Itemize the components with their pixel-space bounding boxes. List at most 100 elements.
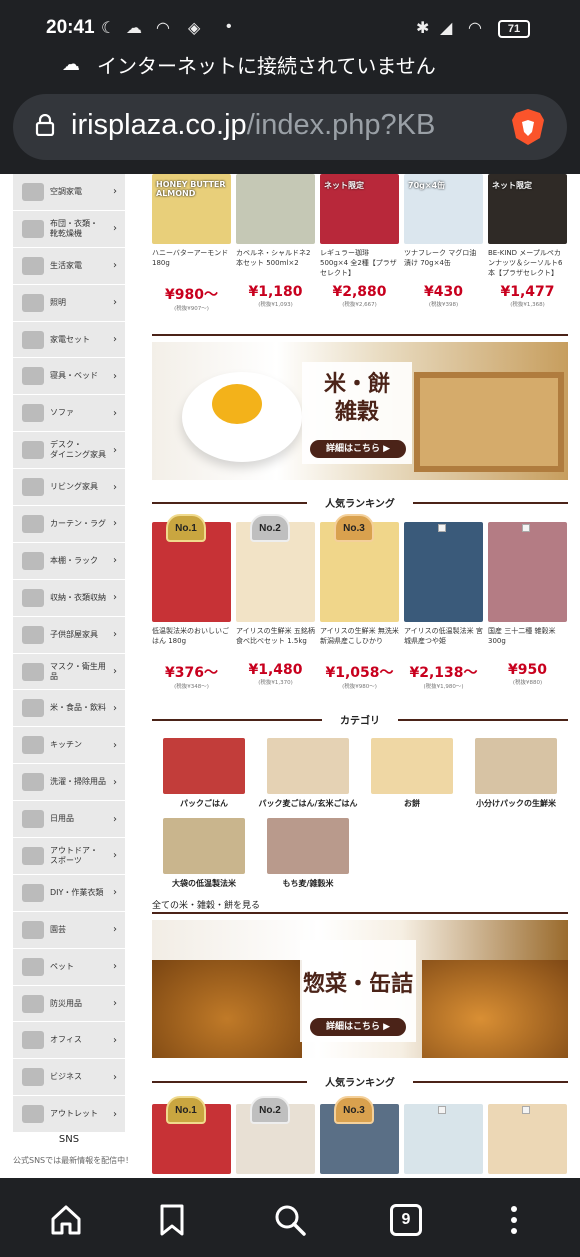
product-image[interactable] [236, 174, 315, 244]
address-bar[interactable]: irisplaza.co.jp/index.php?KB [13, 94, 567, 160]
category-name[interactable]: お餅 [360, 798, 464, 809]
category-name[interactable]: もち麦/雑穀米 [256, 878, 360, 889]
ranking-card[interactable]: 国産 三十二種 雑穀米300g ¥950 (税抜¥880) [488, 522, 567, 690]
sidebar-item[interactable]: 収納・衣類収納 › [13, 579, 125, 617]
sidebar-item-icon [22, 367, 44, 386]
sidebar-item[interactable]: 園芸 › [13, 911, 125, 949]
sidebar-item[interactable]: 米・食品・飲料 › [13, 690, 125, 728]
ranking-image[interactable]: No.2 [236, 514, 315, 622]
product-image[interactable]: 70g×4缶 [404, 174, 483, 244]
bookmark-button[interactable] [152, 1200, 192, 1240]
sidebar-item[interactable]: アウトレット › [13, 1096, 125, 1134]
ranking2-card[interactable] [488, 1104, 567, 1174]
product-name[interactable]: レギュラー珈琲 500g×4 全2種【プラザセレクト】 [320, 248, 399, 280]
ranking2-image[interactable] [488, 1104, 567, 1174]
product-name[interactable]: カベルネ・シャルドネ2本セット 500ml×2 [236, 248, 315, 280]
product-card[interactable]: カベルネ・シャルドネ2本セット 500ml×2 ¥1,180 (税抜¥1,093) [236, 174, 315, 312]
sidebar-item[interactable]: カーテン・ラグ › [13, 506, 125, 543]
category-name[interactable]: パックごはん [152, 798, 256, 809]
category-name[interactable]: 小分けパックの生鮮米 [464, 798, 568, 809]
ranking-card[interactable]: No.3 アイリスの生鮮米 無洗米 新潟県産こしひかり ¥1,058〜 (税抜¥980… [320, 514, 399, 690]
category-item[interactable]: 小分けパックの生鮮米 [464, 738, 568, 809]
category-name[interactable]: 大袋の低温製法米 [152, 878, 256, 889]
ranking2-image[interactable]: No.2 [236, 1096, 315, 1174]
product-card[interactable]: 70g×4缶 ツナフレーク マグロ油漬け 70g×4缶 ¥430 (税抜¥398) [404, 174, 483, 312]
ranking-image[interactable] [404, 522, 483, 622]
ranking-tax: (税抜¥348〜) [174, 684, 209, 690]
ranking-name[interactable]: 低温製法米のおいしいごはん 180g [152, 626, 231, 658]
category-item[interactable]: パックごはん [152, 738, 256, 809]
sidebar-item[interactable]: 日用品 › [13, 801, 125, 839]
search-button[interactable] [270, 1200, 310, 1240]
ranking-card[interactable]: アイリスの低温製法米 宮城県産つや姫 ¥2,138〜 (税抜¥1,980〜) [404, 522, 483, 690]
product-card[interactable]: HONEY BUTTER ALMOND ハニーバターアーモンド 180g ¥980〜… [152, 174, 231, 312]
ranking2-card[interactable]: No.1 [152, 1096, 231, 1174]
sozai-detail-button[interactable]: 詳細はこちら ▶ [310, 1018, 406, 1036]
ranking2-image[interactable] [404, 1104, 483, 1174]
sozai-banner[interactable]: 惣菜・缶詰 詳細はこちら ▶ [152, 920, 568, 1058]
product-card[interactable]: ネット限定 BE-KIND メープルペカンナッツ＆シーソルト6本【プラザセレクト】… [488, 174, 567, 312]
menu-button[interactable] [494, 1200, 534, 1240]
category-name[interactable]: パック麦ごはん/玄米ごはん [256, 798, 360, 809]
sidebar-item[interactable]: 照明 › [13, 284, 125, 322]
sidebar-item[interactable]: 防災用品 › [13, 985, 125, 1023]
category-item[interactable]: 大袋の低温製法米 [152, 818, 256, 889]
category-image[interactable] [371, 738, 453, 794]
rice-banner[interactable]: 米・餅 雑穀 詳細はこちら ▶ [152, 342, 568, 480]
sidebar-item[interactable]: ビジネス › [13, 1059, 125, 1097]
sidebar-item[interactable]: ソファ › [13, 395, 125, 433]
sidebar-item[interactable]: 子供部屋家具 › [13, 616, 125, 654]
product-image[interactable]: ネット限定 [488, 174, 567, 244]
ranking-name[interactable]: アイリスの低温製法米 宮城県産つや姫 [404, 626, 483, 658]
sidebar-item[interactable]: ペット › [13, 948, 125, 986]
ranking-image[interactable]: No.1 [152, 514, 231, 622]
sidebar-item[interactable]: 本棚・ラック › [13, 542, 125, 580]
product-name[interactable]: BE-KIND メープルペカンナッツ＆シーソルト6本【プラザセレクト】 [488, 248, 567, 280]
product-image[interactable]: HONEY BUTTER ALMOND [152, 174, 231, 244]
category-image[interactable] [267, 818, 349, 874]
ranking-image[interactable]: No.3 [320, 514, 399, 622]
ranking-name[interactable]: 国産 三十二種 雑穀米300g [488, 626, 567, 658]
brave-shields-icon[interactable] [511, 108, 545, 146]
home-button[interactable] [46, 1200, 86, 1240]
category-image[interactable] [163, 738, 245, 794]
product-name[interactable]: ツナフレーク マグロ油漬け 70g×4缶 [404, 248, 483, 280]
ranking-card[interactable]: No.1 低温製法米のおいしいごはん 180g ¥376〜 (税抜¥348〜) [152, 514, 231, 690]
ranking2-card[interactable]: No.3 [320, 1096, 399, 1174]
sidebar-item[interactable]: デスク・ ダイニング家具 › [13, 432, 125, 470]
sidebar-item[interactable]: 生活家電 › [13, 247, 125, 285]
ranking-name[interactable]: アイリスの生鮮米 無洗米 新潟県産こしひかり [320, 626, 399, 658]
sidebar-item[interactable]: DIY・作業衣類 › [13, 874, 125, 912]
sidebar-item[interactable]: キッチン › [13, 727, 125, 765]
url-text[interactable]: irisplaza.co.jp/index.php?KB [71, 109, 501, 142]
category-item[interactable]: パック麦ごはん/玄米ごはん [256, 738, 360, 809]
ranking2-image[interactable]: No.1 [152, 1096, 231, 1174]
product-card[interactable]: ネット限定 レギュラー珈琲 500g×4 全2種【プラザセレクト】 ¥2,880 (税… [320, 174, 399, 312]
sidebar-item[interactable]: リビング家具 › [13, 469, 125, 507]
sidebar-item[interactable]: 洗濯・掃除用品 › [13, 764, 125, 802]
category-item[interactable]: お餅 [360, 738, 464, 809]
category-image[interactable] [267, 738, 349, 794]
ranking2-card[interactable] [404, 1104, 483, 1174]
ranking2-card[interactable]: No.2 [236, 1096, 315, 1174]
ranking-image[interactable] [488, 522, 567, 622]
sidebar-item[interactable]: 空調家電 › [13, 174, 125, 211]
see-all-link[interactable]: 全ての米・雑穀・餅を見る [152, 898, 260, 911]
lock-icon [35, 114, 55, 136]
sidebar-item[interactable]: 布団・衣類・ 靴乾燥機 › [13, 210, 125, 248]
tabs-button[interactable]: 9 [386, 1200, 426, 1240]
category-image[interactable] [163, 818, 245, 874]
sidebar-item[interactable]: 家電セット › [13, 321, 125, 359]
product-name[interactable]: ハニーバターアーモンド 180g [152, 248, 231, 280]
sidebar-item[interactable]: オフィス › [13, 1022, 125, 1060]
sidebar-item[interactable]: アウトドア・ スポーツ › [13, 838, 125, 875]
ranking2-image[interactable]: No.3 [320, 1096, 399, 1174]
category-image[interactable] [475, 738, 557, 794]
product-image[interactable]: ネット限定 [320, 174, 399, 244]
category-item[interactable]: もち麦/雑穀米 [256, 818, 360, 889]
sidebar-item[interactable]: マスク・衛生用品 › [13, 653, 125, 691]
ranking-card[interactable]: No.2 アイリスの生鮮米 五銘柄食べ比べセット 1.5kg ¥1,480 (税抜¥1… [236, 514, 315, 690]
sidebar-item[interactable]: 寝具・ベッド › [13, 358, 125, 396]
ranking-name[interactable]: アイリスの生鮮米 五銘柄食べ比べセット 1.5kg [236, 626, 315, 658]
rice-detail-button[interactable]: 詳細はこちら ▶ [310, 440, 406, 458]
